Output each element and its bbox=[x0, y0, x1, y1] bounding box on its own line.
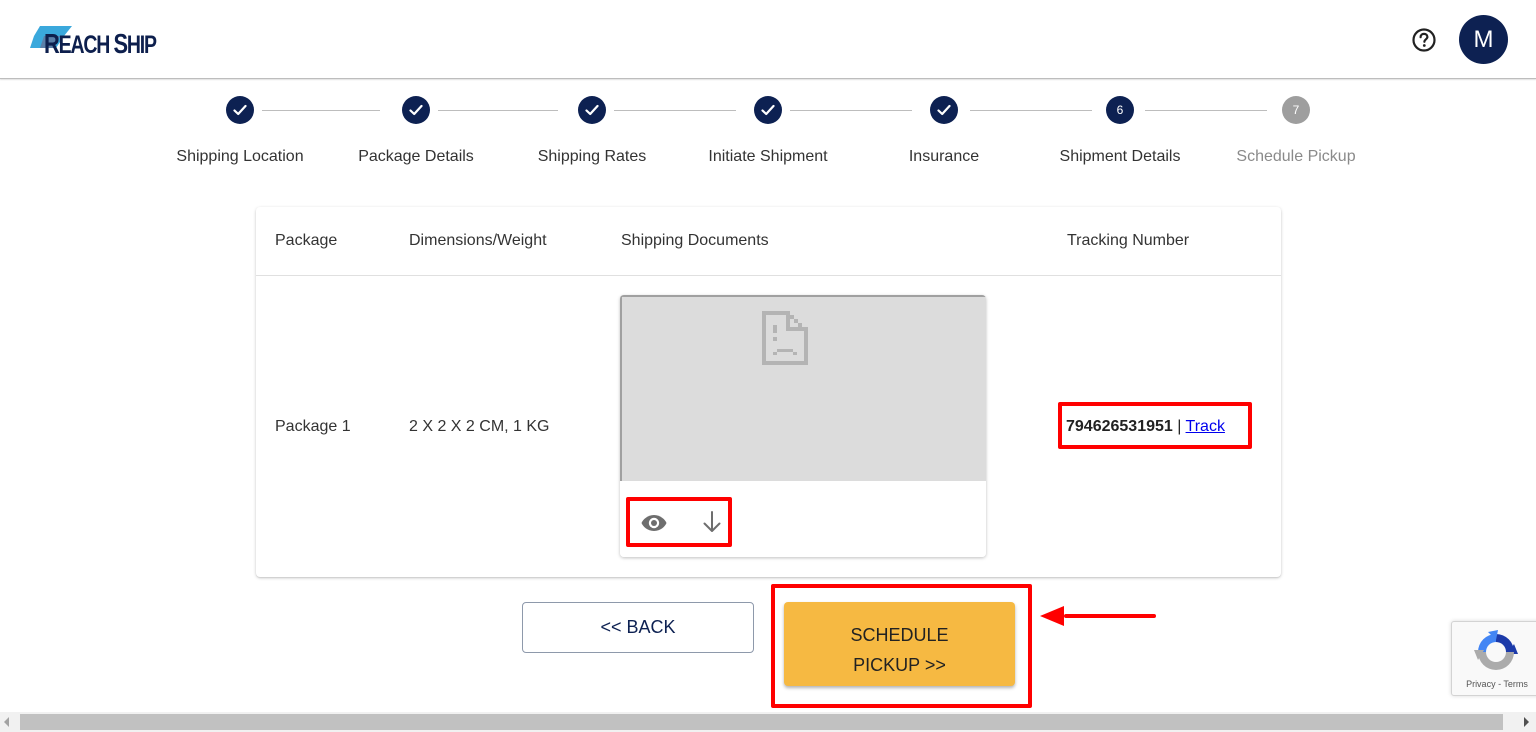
back-button[interactable]: << BACK bbox=[522, 602, 754, 653]
recaptcha-terms-link[interactable]: Terms bbox=[1503, 679, 1528, 689]
table-header: Package Dimensions/Weight Shipping Docum… bbox=[256, 207, 1281, 276]
column-header-dimensions: Dimensions/Weight bbox=[409, 232, 547, 249]
document-preview[interactable] bbox=[620, 295, 986, 481]
step-shipping-rates[interactable]: Shipping Rates bbox=[502, 96, 682, 166]
progress-stepper: Shipping Location Package Details Shippi… bbox=[0, 96, 1536, 176]
recaptcha-badge[interactable]: Privacy - Terms bbox=[1451, 621, 1536, 696]
step-complete-check-icon bbox=[226, 96, 254, 124]
scroll-right-arrow-icon[interactable] bbox=[1524, 717, 1529, 727]
shipment-details-table: Package Dimensions/Weight Shipping Docum… bbox=[256, 207, 1281, 577]
help-circle-icon[interactable] bbox=[1411, 27, 1437, 53]
step-shipping-location[interactable]: Shipping Location bbox=[150, 96, 330, 166]
recaptcha-links: Privacy - Terms bbox=[1452, 679, 1536, 689]
app-header: REACH SHIP M bbox=[0, 0, 1536, 79]
step-label: Shipping Location bbox=[176, 148, 304, 165]
step-complete-check-icon bbox=[402, 96, 430, 124]
step-number-badge: 6 bbox=[1106, 96, 1134, 124]
step-complete-check-icon bbox=[930, 96, 958, 124]
column-header-documents: Shipping Documents bbox=[621, 232, 769, 249]
step-label: Package Details bbox=[358, 148, 474, 165]
step-label: Initiate Shipment bbox=[708, 148, 828, 165]
recaptcha-logo-icon bbox=[1474, 630, 1518, 670]
highlight-box-tracking bbox=[1058, 402, 1252, 449]
column-header-package: Package bbox=[275, 232, 338, 249]
user-avatar[interactable]: M bbox=[1459, 15, 1508, 64]
step-label: Shipping Rates bbox=[537, 148, 647, 165]
step-label: Insurance bbox=[908, 148, 980, 165]
scroll-left-arrow-icon[interactable] bbox=[4, 717, 9, 727]
column-header-tracking: Tracking Number bbox=[1067, 232, 1190, 249]
step-complete-check-icon bbox=[754, 96, 782, 124]
step-label: Shipment Details bbox=[1059, 148, 1181, 165]
scrollbar-thumb[interactable] bbox=[20, 714, 1503, 730]
highlight-box-document-actions bbox=[626, 497, 732, 547]
package-name: Package 1 bbox=[275, 418, 351, 435]
step-package-details[interactable]: Package Details bbox=[326, 96, 506, 166]
step-number-badge: 7 bbox=[1282, 96, 1310, 124]
reachship-logo[interactable]: REACH SHIP bbox=[30, 24, 160, 59]
step-schedule-pickup: 7 Schedule Pickup bbox=[1206, 96, 1386, 166]
horizontal-scrollbar[interactable] bbox=[0, 712, 1536, 732]
step-initiate-shipment[interactable]: Initiate Shipment bbox=[678, 96, 858, 166]
annotation-arrow-left-icon bbox=[1040, 606, 1156, 626]
highlight-box-schedule-pickup bbox=[771, 584, 1032, 708]
step-insurance[interactable]: Insurance bbox=[854, 96, 1034, 166]
logo-text: REACH SHIP bbox=[44, 28, 157, 59]
step-complete-check-icon bbox=[578, 96, 606, 124]
package-dimensions: 2 X 2 X 2 CM, 1 KG bbox=[409, 418, 550, 435]
recaptcha-privacy-link[interactable]: Privacy bbox=[1466, 679, 1496, 689]
step-shipment-details[interactable]: 6 Shipment Details bbox=[1030, 96, 1210, 166]
step-label: Schedule Pickup bbox=[1236, 148, 1356, 165]
broken-document-icon bbox=[762, 311, 808, 365]
